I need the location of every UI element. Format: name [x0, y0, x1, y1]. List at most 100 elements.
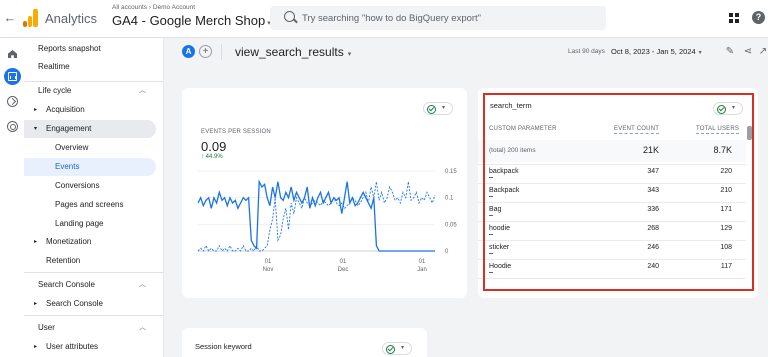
- logo-bar-short: [23, 21, 27, 27]
- row-dash: [489, 196, 493, 197]
- date-range-text: Oct 8, 2023 - Jan 5, 2024: [611, 47, 696, 56]
- collapse-arrow-icon: ▾: [34, 126, 38, 132]
- nav-reports-snapshot[interactable]: Reports snapshot: [24, 40, 156, 58]
- column-header-total-users[interactable]: TOTAL USERS: [696, 126, 740, 134]
- table-row[interactable]: lanyard209122: [478, 278, 746, 282]
- x-tick-month: Jan: [417, 267, 427, 273]
- table-row[interactable]: Backpack 343 210: [478, 183, 746, 200]
- row-total-users: 108: [720, 244, 732, 251]
- date-range-label: Last 90 days: [568, 48, 605, 55]
- column-header-custom-parameter[interactable]: CUSTOM PARAMETER: [489, 126, 557, 132]
- nav-engagement[interactable]: ▾ Engagement: [24, 120, 156, 138]
- arrow-back-icon[interactable]: ←: [3, 10, 17, 26]
- row-dash: [489, 215, 493, 216]
- table-row[interactable]: hoodie 268 129: [478, 221, 746, 238]
- nav-retention[interactable]: Retention: [24, 252, 156, 270]
- y-tick-label: 0.15: [445, 169, 457, 175]
- table-scrollbar[interactable]: [747, 126, 752, 140]
- check-circle-icon: [386, 344, 395, 354]
- card-status-dropdown[interactable]: ▾: [713, 102, 743, 115]
- comparison-avatar[interactable]: A: [182, 45, 195, 58]
- row-event-count: 347: [647, 168, 659, 175]
- section-label: User: [38, 323, 55, 332]
- advertising-icon[interactable]: [4, 118, 21, 135]
- logo-bar-tall: [33, 9, 38, 27]
- nav-landing-page[interactable]: Landing page: [24, 215, 156, 233]
- column-header-event-count[interactable]: EVENT COUNT: [614, 126, 660, 134]
- nav-label: Monetization: [46, 237, 92, 246]
- nav-label: Search Console: [46, 299, 103, 308]
- edit-icon[interactable]: ✎: [724, 46, 736, 58]
- y-tick-label: 0: [445, 249, 449, 255]
- grid-cell: [729, 19, 733, 23]
- row-dash: [489, 234, 493, 235]
- insights-icon[interactable]: ↗: [757, 46, 768, 58]
- add-comparison-button[interactable]: +: [199, 45, 212, 58]
- chevron-down-icon: ▾: [401, 345, 405, 351]
- table-row[interactable]: Bag 336 171: [478, 202, 746, 219]
- home-icon[interactable]: [4, 45, 21, 62]
- grid-cell: [729, 13, 733, 17]
- nav-user-attributes[interactable]: ▸ User attributes: [24, 338, 156, 356]
- row-event-count: 246: [647, 244, 659, 251]
- row-dash: [489, 272, 493, 273]
- nav-events[interactable]: Events: [24, 158, 156, 176]
- nav-search-console[interactable]: ▸ Search Console: [24, 295, 156, 313]
- date-range-picker[interactable]: Oct 8, 2023 - Jan 5, 2024 ▾: [611, 47, 702, 56]
- sidebar-divider: [24, 272, 163, 273]
- nav-monetization[interactable]: ▸ Monetization: [24, 233, 156, 251]
- analytics-logo-icon[interactable]: [23, 9, 39, 27]
- account-selector[interactable]: GA4 - Google Merch Shop ▾: [112, 13, 271, 28]
- chevron-down-icon: ▾: [698, 50, 702, 56]
- events-per-session-card: ▾ EVENTS PER SESSION 0.09 ↑ 44.9% 0.15 0.…: [182, 88, 467, 298]
- series-line-current: [197, 179, 435, 252]
- reports-icon[interactable]: [4, 68, 21, 85]
- row-total-users: 129: [720, 225, 732, 232]
- row-event-count: 240: [647, 263, 659, 270]
- search-bar[interactable]: [270, 6, 606, 30]
- logo-bar-mid: [28, 16, 32, 27]
- nav-label: User attributes: [46, 342, 99, 351]
- chevron-down-icon: ▾: [347, 51, 352, 58]
- table-row[interactable]: Hoodie 240 117: [478, 259, 746, 276]
- table-row[interactable]: backpack 347 220: [478, 164, 746, 181]
- row-term: Bag: [489, 206, 502, 213]
- account-breadcrumb[interactable]: All accounts › Demo Account: [112, 4, 195, 11]
- card-status-dropdown[interactable]: ▾: [382, 342, 412, 355]
- page-title[interactable]: view_search_results ▾: [235, 45, 351, 59]
- help-icon[interactable]: ?: [752, 11, 765, 24]
- search-input[interactable]: [302, 10, 592, 26]
- reports-shape: [8, 72, 17, 81]
- table-row[interactable]: sticker 246 108: [478, 240, 746, 257]
- table-title: search_term: [490, 101, 532, 110]
- chevron-down-icon: ▾: [732, 105, 736, 111]
- row-total-users: 171: [720, 206, 732, 213]
- section-user[interactable]: User ︿: [24, 319, 156, 337]
- nav-pages-and-screens[interactable]: Pages and screens: [24, 196, 156, 214]
- total-users: 8.7K: [713, 145, 732, 155]
- section-search-console[interactable]: Search Console ︿: [24, 276, 156, 294]
- grid-cell: [735, 19, 739, 23]
- expand-arrow-icon: ▸: [34, 301, 38, 307]
- chevron-up-icon: ︿: [139, 87, 146, 94]
- line-chart: 0.15 0.1 0.05 0 01 Nov 01 Dec 01 Jan: [197, 169, 457, 273]
- section-life-cycle[interactable]: Life cycle ︿: [24, 82, 156, 100]
- x-tick-day: 01: [340, 259, 347, 265]
- table-total-row: (total) 200 items 21K 8.7K: [478, 140, 746, 162]
- nav-acquisition[interactable]: ▸ Acquisition: [24, 101, 156, 119]
- apps-grid-icon[interactable]: [729, 13, 739, 23]
- share-icon[interactable]: ⋖: [742, 46, 754, 58]
- x-tick-month: Nov: [263, 267, 274, 273]
- nav-realtime[interactable]: Realtime: [24, 58, 156, 76]
- row-event-count: 343: [647, 187, 659, 194]
- grid-cell: [735, 13, 739, 17]
- report-header: A + view_search_results ▾ Last 90 days Oc…: [164, 38, 768, 70]
- x-tick-month: Dec: [338, 267, 349, 273]
- explore-icon[interactable]: [4, 93, 21, 110]
- nav-overview[interactable]: Overview: [24, 139, 156, 157]
- row-dash: [489, 177, 493, 178]
- expand-arrow-icon: ▸: [34, 239, 38, 245]
- nav-conversions[interactable]: Conversions: [24, 177, 156, 195]
- section-label: Life cycle: [38, 86, 72, 95]
- row-total-users: 117: [720, 263, 732, 270]
